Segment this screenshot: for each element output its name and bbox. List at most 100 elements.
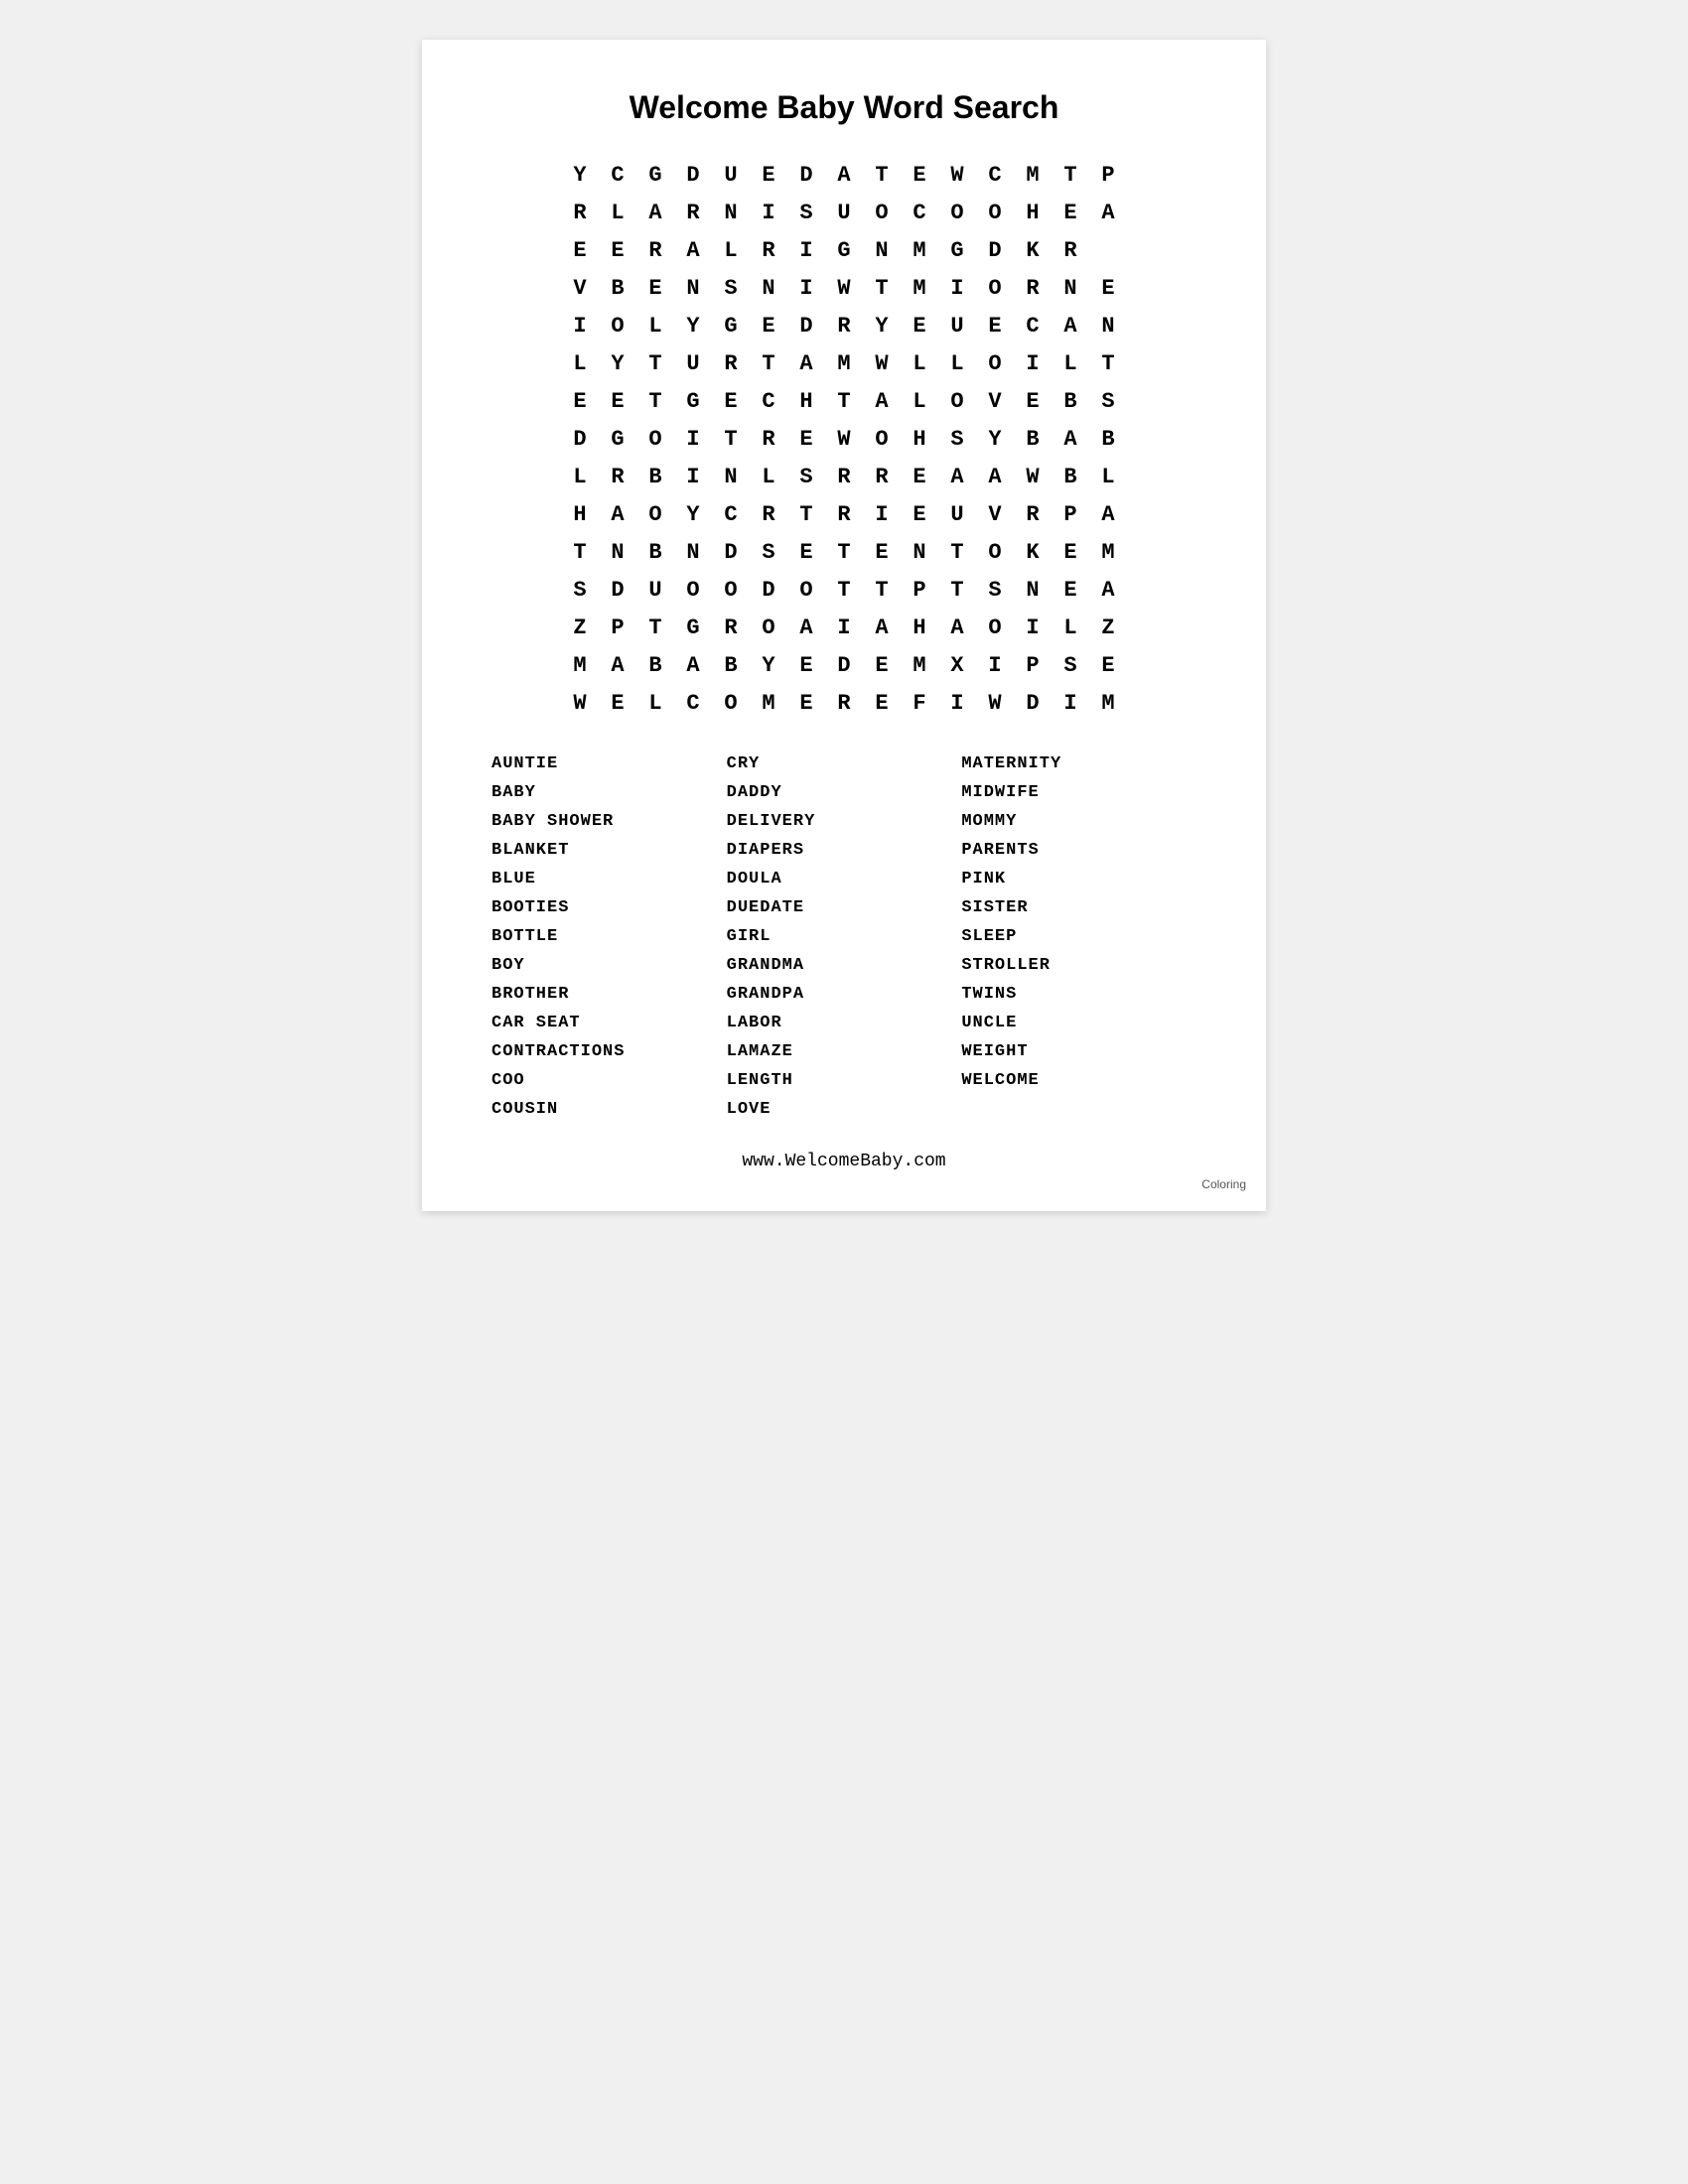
- grid-cell: T: [787, 495, 825, 533]
- grid-cell: W: [561, 684, 599, 722]
- grid-cell: E: [863, 646, 901, 684]
- grid-cell: N: [712, 194, 750, 231]
- word-item: PARENTS: [961, 838, 1196, 863]
- grid-cell: N: [901, 533, 938, 571]
- grid-cell: E: [599, 684, 636, 722]
- grid-cell: E: [750, 156, 787, 194]
- word-item: CRY: [727, 751, 962, 776]
- grid-cell: H: [787, 382, 825, 420]
- grid-cell: N: [674, 269, 712, 307]
- grid-cell: M: [750, 684, 787, 722]
- grid-cell: E: [787, 420, 825, 458]
- word-item: MOMMY: [961, 809, 1196, 834]
- grid-cell: O: [976, 269, 1014, 307]
- grid-cell: Y: [863, 307, 901, 344]
- grid-cell: L: [636, 684, 674, 722]
- grid-cell: L: [712, 231, 750, 269]
- grid-cell: O: [636, 495, 674, 533]
- grid-cell: S: [561, 571, 599, 609]
- grid-cell: W: [976, 684, 1014, 722]
- grid-cell: L: [561, 344, 599, 382]
- grid-cell: T: [636, 382, 674, 420]
- grid-cell: A: [1089, 571, 1127, 609]
- grid-cell: A: [976, 458, 1014, 495]
- word-item: COO: [492, 1068, 727, 1093]
- grid-cell: M: [825, 344, 863, 382]
- grid-cell: L: [636, 307, 674, 344]
- word-item: DOULA: [727, 867, 962, 891]
- grid-cell: S: [938, 420, 976, 458]
- grid-cell: R: [750, 231, 787, 269]
- grid-cell: I: [674, 458, 712, 495]
- grid-cell: T: [1089, 344, 1127, 382]
- grid-cell: B: [712, 646, 750, 684]
- grid-cell: E: [712, 382, 750, 420]
- grid-cell: A: [863, 609, 901, 646]
- grid-cell: U: [674, 344, 712, 382]
- grid-cell: T: [561, 533, 599, 571]
- grid-cell: O: [863, 194, 901, 231]
- grid-cell: L: [750, 458, 787, 495]
- grid-cell: W: [863, 344, 901, 382]
- grid-cell: A: [863, 382, 901, 420]
- grid-cell: D: [825, 646, 863, 684]
- grid-cell: R: [750, 495, 787, 533]
- grid-cell: M: [901, 269, 938, 307]
- grid-cell: D: [599, 571, 636, 609]
- grid-cell: D: [787, 307, 825, 344]
- grid-cell: E: [599, 382, 636, 420]
- grid-cell: Y: [561, 156, 599, 194]
- grid-cell: T: [863, 571, 901, 609]
- word-item: BLANKET: [492, 838, 727, 863]
- grid-cell: D: [976, 231, 1014, 269]
- grid-cell: E: [787, 684, 825, 722]
- grid-cell: A: [1052, 420, 1089, 458]
- grid-cell: I: [787, 231, 825, 269]
- grid-cell: R: [825, 495, 863, 533]
- word-item: UNCLE: [961, 1011, 1196, 1035]
- word-item: STROLLER: [961, 953, 1196, 978]
- grid-cell: G: [825, 231, 863, 269]
- grid-cell: T: [938, 533, 976, 571]
- grid-cell: V: [976, 382, 1014, 420]
- grid-cell: R: [599, 458, 636, 495]
- word-item: BABY: [492, 780, 727, 805]
- grid-cell: A: [599, 646, 636, 684]
- grid-cell: N: [863, 231, 901, 269]
- grid-cell: T: [750, 344, 787, 382]
- grid-cell: E: [863, 533, 901, 571]
- grid-cell: M: [901, 646, 938, 684]
- grid-cell: E: [901, 495, 938, 533]
- grid-cell: O: [976, 344, 1014, 382]
- grid-cell: E: [750, 307, 787, 344]
- grid-cell: Y: [750, 646, 787, 684]
- grid-cell: O: [636, 420, 674, 458]
- grid-cell: S: [787, 458, 825, 495]
- grid-cell: O: [712, 571, 750, 609]
- grid-cell: L: [1052, 344, 1089, 382]
- grid-cell: U: [938, 307, 976, 344]
- grid-cell: E: [976, 307, 1014, 344]
- word-item: WELCOME: [961, 1068, 1196, 1093]
- grid-cell: I: [674, 420, 712, 458]
- word-list: AUNTIECRYMATERNITYBABYDADDYMIDWIFEBABY S…: [492, 751, 1196, 1122]
- grid-cell: I: [787, 269, 825, 307]
- grid-cell: U: [712, 156, 750, 194]
- grid-cell: D: [1014, 684, 1052, 722]
- word-item: BLUE: [492, 867, 727, 891]
- word-item: LAMAZE: [727, 1039, 962, 1064]
- grid-cell: R: [712, 609, 750, 646]
- grid-cell: S: [750, 533, 787, 571]
- grid-cell: E: [1052, 533, 1089, 571]
- grid-cell: G: [636, 156, 674, 194]
- grid-cell: Z: [561, 609, 599, 646]
- grid-cell: B: [1014, 420, 1052, 458]
- grid-cell: E: [1089, 269, 1127, 307]
- grid-cell: R: [825, 458, 863, 495]
- grid-cell: Y: [674, 307, 712, 344]
- grid-cell: L: [599, 194, 636, 231]
- grid-cell: A: [674, 231, 712, 269]
- grid-cell: L: [1052, 609, 1089, 646]
- grid-cell: A: [674, 646, 712, 684]
- grid-cell: K: [1014, 231, 1052, 269]
